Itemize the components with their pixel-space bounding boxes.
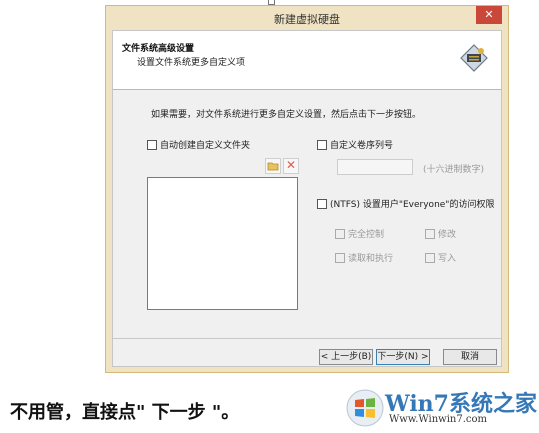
delete-icon: ✕ [285, 158, 297, 172]
wizard-window: 新建虚拟硬盘 ✕ 文件系统高级设置 设置文件系统更多自定义项 如果需要，对文件系… [105, 5, 509, 373]
custom-serial-label: 自定义卷序列号 [330, 141, 394, 151]
disk-wizard-icon [460, 44, 488, 72]
perm-full-control-label: 完全控制 [348, 230, 385, 240]
perm-write-label: 写入 [438, 254, 457, 264]
checkbox-box[interactable] [147, 139, 157, 150]
perm-modify-label: 修改 [438, 230, 457, 240]
button-divider [113, 338, 501, 339]
windows-logo-icon [346, 389, 384, 427]
close-icon: ✕ [484, 8, 494, 21]
perm-write-checkbox[interactable]: 写入 [425, 251, 456, 264]
close-button[interactable]: ✕ [476, 6, 502, 24]
perm-read-exec-checkbox[interactable]: 读取和执行 [335, 251, 393, 264]
custom-folder-list[interactable] [147, 177, 298, 310]
wizard-header: 文件系统高级设置 设置文件系统更多自定义项 [113, 31, 501, 90]
next-button[interactable]: 下一步(N) > [376, 349, 430, 365]
checkbox-box[interactable] [317, 139, 327, 150]
add-folder-button[interactable] [265, 158, 281, 174]
checkbox-box[interactable] [317, 198, 327, 209]
perm-modify-checkbox[interactable]: 修改 [425, 227, 456, 240]
perm-full-control-checkbox[interactable]: 完全控制 [335, 227, 384, 240]
serial-number-input[interactable] [337, 159, 413, 175]
title-bar[interactable]: 新建虚拟硬盘 ✕ [106, 6, 508, 30]
auto-create-folder-label: 自动创建自定义文件夹 [160, 141, 251, 151]
cancel-button[interactable]: 取消 [443, 349, 497, 365]
ntfs-permission-label: (NTFS) 设置用户"Everyone"的访问权限 [330, 200, 495, 210]
perm-read-exec-label: 读取和执行 [348, 254, 394, 264]
header-subtitle: 设置文件系统更多自定义项 [137, 58, 246, 68]
window-title: 新建虚拟硬盘 [274, 13, 340, 26]
checkbox-box[interactable] [335, 228, 345, 239]
header-title: 文件系统高级设置 [122, 44, 195, 54]
checkbox-box[interactable] [425, 252, 435, 263]
instruction-text: 如果需要，对文件系统进行更多自定义设置，然后点击下一步按钮。 [151, 110, 422, 120]
watermark-url: Www.Winwin7.com [389, 414, 487, 425]
checkbox-box[interactable] [335, 252, 345, 263]
ntfs-permission-checkbox[interactable]: (NTFS) 设置用户"Everyone"的访问权限 [317, 197, 494, 210]
checkbox-box[interactable] [425, 228, 435, 239]
custom-serial-checkbox[interactable]: 自定义卷序列号 [317, 138, 393, 151]
watermark-logo: Win7系统之家 Www.Winwin7.com [345, 386, 537, 432]
folder-icon [267, 162, 279, 171]
auto-create-folder-checkbox[interactable]: 自动创建自定义文件夹 [147, 138, 250, 151]
wizard-client: 文件系统高级设置 设置文件系统更多自定义项 如果需要，对文件系统进行更多自定义设… [112, 30, 502, 367]
delete-folder-button[interactable]: ✕ [283, 158, 299, 174]
caption-text: 不用管，直接点" 下一步 "。 [10, 402, 240, 423]
serial-hint: (十六进制数字) [423, 165, 485, 175]
back-button[interactable]: < 上一步(B) [319, 349, 373, 365]
